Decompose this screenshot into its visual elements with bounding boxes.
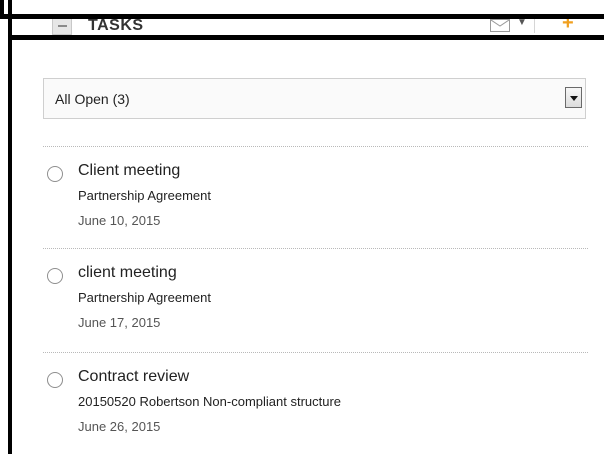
frame-line-corner	[0, 0, 16, 19]
task-matter[interactable]: 20150520 Robertson Non-compliant structu…	[78, 394, 341, 409]
task-item[interactable]: Client meeting Partnership Agreement Jun…	[43, 147, 588, 242]
panel-header: TASKS ▼ +	[12, 19, 604, 35]
frame-line-top	[0, 14, 604, 19]
task-title[interactable]: Client meeting	[78, 162, 180, 180]
panel-title: TASKS	[88, 19, 144, 34]
radio-circle-icon[interactable]	[47, 268, 63, 284]
task-due-date: June 26, 2015	[78, 419, 161, 434]
filter-selected-value: All Open (3)	[55, 91, 130, 107]
radio-circle-icon[interactable]	[47, 372, 63, 388]
caret-down-icon[interactable]: ▼	[517, 19, 527, 28]
task-matter[interactable]: Partnership Agreement	[78, 290, 211, 305]
frame-line-header	[8, 35, 604, 40]
frame-line-left	[8, 0, 12, 454]
task-item[interactable]: client meeting Partnership Agreement Jun…	[43, 249, 588, 344]
tasks-panel: TASKS ▼ + All Open (3) Client meeting Pa…	[0, 0, 604, 454]
select-arrow-icon[interactable]	[565, 87, 582, 108]
header-separator	[534, 19, 535, 33]
task-due-date: June 17, 2015	[78, 315, 161, 330]
task-title[interactable]: Contract review	[78, 368, 189, 386]
envelope-icon[interactable]	[490, 19, 510, 32]
radio-circle-icon[interactable]	[47, 166, 63, 182]
task-item[interactable]: Contract review 20150520 Robertson Non-c…	[43, 353, 588, 448]
plus-icon[interactable]: +	[562, 19, 574, 35]
task-matter[interactable]: Partnership Agreement	[78, 188, 211, 203]
task-title[interactable]: client meeting	[78, 264, 177, 282]
task-filter-select[interactable]: All Open (3)	[43, 78, 586, 119]
task-due-date: June 10, 2015	[78, 213, 161, 228]
minus-square-icon[interactable]	[52, 19, 72, 35]
